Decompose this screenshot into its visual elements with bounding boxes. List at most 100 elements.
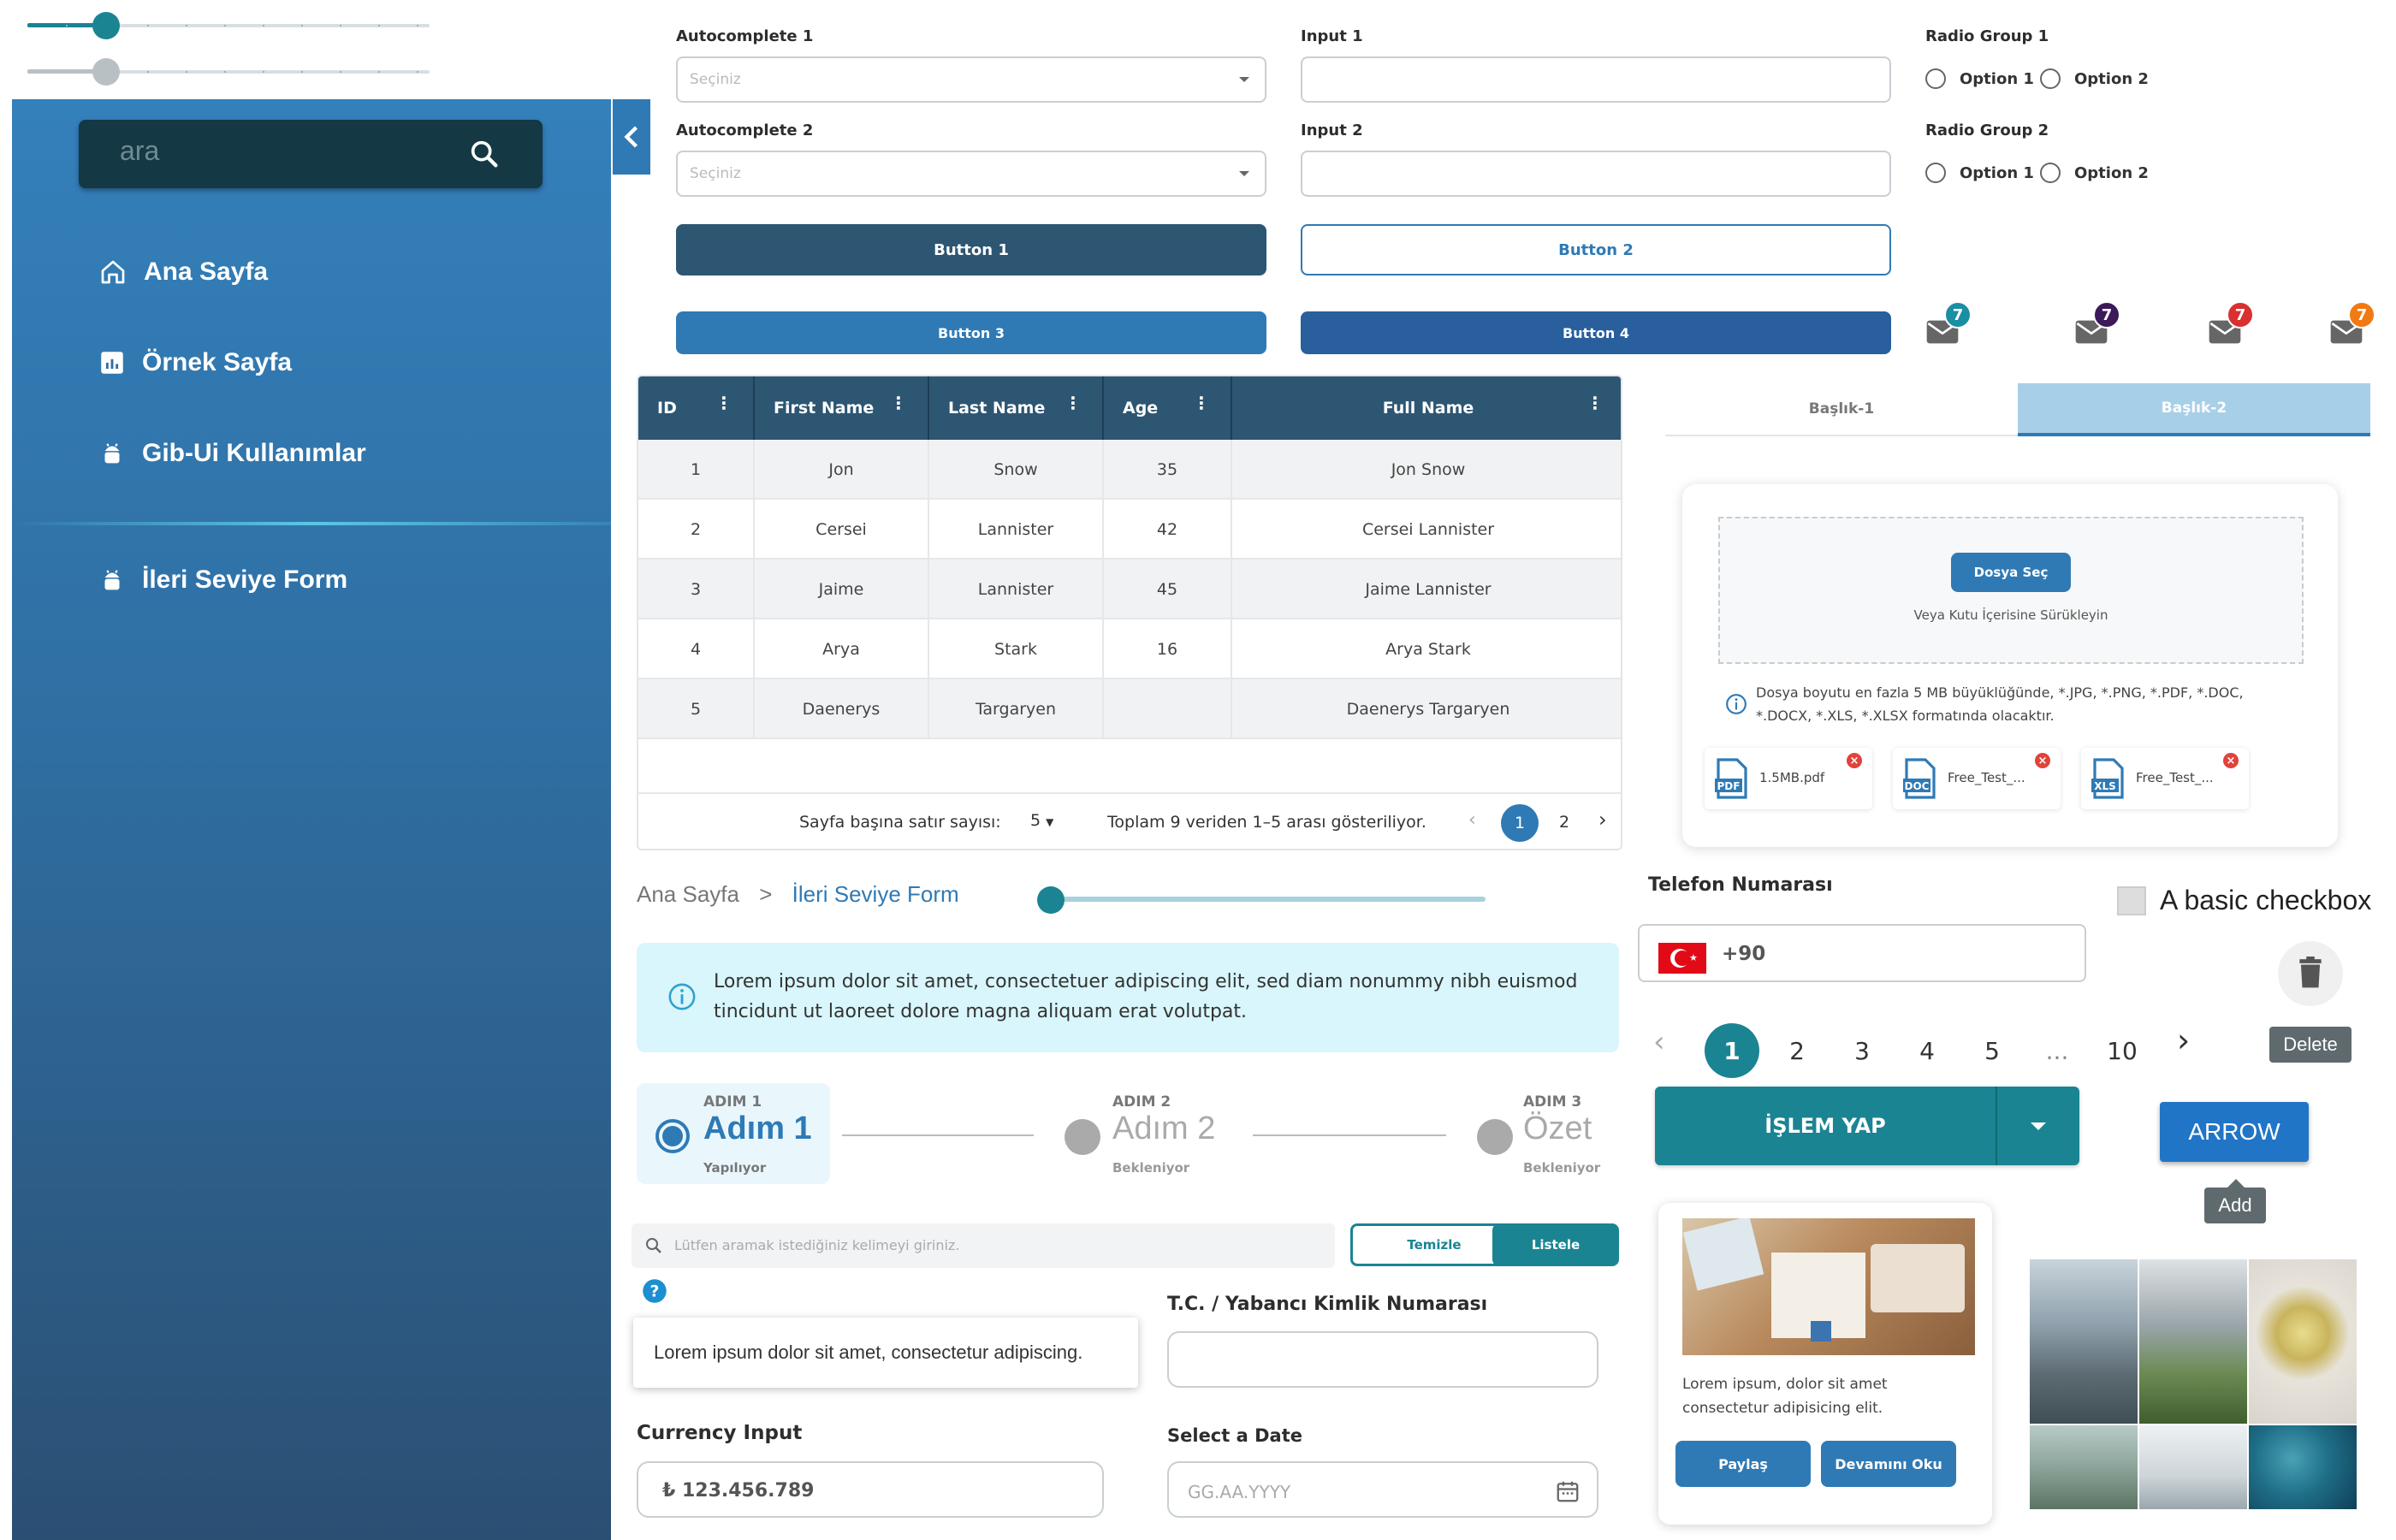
phone-input[interactable]: ★ +90 — [1638, 924, 2086, 982]
table-cell: Jon — [755, 440, 929, 500]
step-active-icon — [655, 1119, 690, 1153]
more-vertical-icon[interactable]: ⋮ — [1586, 394, 1604, 412]
breadcrumb-home[interactable]: Ana Sayfa — [637, 881, 739, 907]
step-3[interactable]: ADIM 3 Özet Bekleniyor — [1474, 1083, 1628, 1184]
list-button[interactable]: Listele — [1492, 1223, 1619, 1266]
sidebar-collapse-button[interactable] — [613, 99, 650, 175]
pagination-prev-icon[interactable]: ‹ — [1653, 1025, 1665, 1059]
remove-file-icon[interactable]: × — [2223, 753, 2239, 768]
basic-checkbox[interactable] — [2117, 886, 2146, 915]
uploaded-file[interactable]: PDF 1.5MB.pdf × — [1705, 748, 1872, 809]
drop-zone[interactable]: Dosya Seç Veya Kutu İçerisine Sürükleyin — [1718, 517, 2304, 664]
sidebar-item-ornek-sayfa[interactable]: Örnek Sayfa — [98, 342, 292, 383]
column-header[interactable]: Age ⋮ — [1104, 376, 1232, 440]
breadcrumb-current[interactable]: İleri Seviye Form — [792, 881, 959, 907]
more-vertical-icon[interactable]: ⋮ — [1065, 394, 1082, 412]
tab-baslik-2[interactable]: Başlık-2 — [2018, 383, 2370, 436]
uploaded-file[interactable]: DOC Free_Test_... × — [1893, 748, 2061, 809]
uploaded-file[interactable]: XLS Free_Test_... × — [2081, 748, 2249, 809]
pagination-page[interactable]: 1 — [1705, 1023, 1759, 1078]
mail-badge[interactable]: 7 — [2329, 301, 2375, 351]
rows-per-page-select[interactable]: 5 ▼ — [1030, 811, 1053, 830]
pdf-file-icon: PDF — [1715, 758, 1747, 799]
sidebar-search[interactable]: ara — [79, 120, 543, 188]
pagination-next-icon[interactable]: › — [2177, 1022, 2190, 1059]
radio-group1-option2[interactable]: Option 2 — [2040, 68, 2149, 89]
tc-input[interactable] — [1167, 1331, 1598, 1388]
top-slider-1[interactable] — [27, 12, 430, 39]
slider-thumb-disabled[interactable] — [92, 58, 120, 86]
pagination-page[interactable]: 10 — [2095, 1023, 2150, 1078]
pagination-page[interactable]: 4 — [1900, 1023, 1954, 1078]
table-row[interactable]: 1 Jon Snow 35 Jon Snow — [638, 440, 1621, 500]
share-button[interactable]: Paylaş — [1675, 1441, 1811, 1487]
split-button-main[interactable]: İŞLEM YAP — [1655, 1087, 1996, 1165]
button-3[interactable]: Button 3 — [676, 311, 1266, 354]
column-header[interactable]: First Name ⋮ — [755, 376, 929, 440]
more-vertical-icon[interactable]: ⋮ — [890, 394, 907, 412]
radio-group1-option1[interactable]: Option 1 — [1925, 68, 2034, 89]
input2-field[interactable] — [1301, 151, 1891, 197]
slider-thumb[interactable] — [92, 12, 120, 39]
button-4[interactable]: Button 4 — [1301, 311, 1891, 354]
table-row[interactable]: 2 Cersei Lannister 42 Cersei Lannister — [638, 500, 1621, 560]
radio-group2-option1[interactable]: Option 1 — [1925, 163, 2034, 183]
read-more-button[interactable]: Devamını Oku — [1821, 1441, 1956, 1487]
column-header[interactable]: Last Name ⋮ — [929, 376, 1104, 440]
top-slider-2[interactable] — [27, 58, 430, 86]
sidebar-item-gib-ui[interactable]: Gib-Ui Kullanımlar — [98, 433, 366, 474]
remove-file-icon[interactable]: × — [2035, 753, 2050, 768]
gallery-image-valley[interactable] — [2139, 1259, 2247, 1424]
page-2-button[interactable]: 2 — [1559, 813, 1569, 832]
currency-input[interactable]: ₺ 123.456.789 — [637, 1461, 1104, 1518]
more-vertical-icon[interactable]: ⋮ — [1193, 394, 1210, 412]
mail-badge[interactable]: 7 — [2208, 301, 2254, 351]
table-row[interactable]: 5 Daenerys Targaryen Daenerys Targaryen — [638, 679, 1621, 739]
step-1[interactable]: ADIM 1 Adım 1 Yapılıyor — [637, 1083, 830, 1184]
sidebar-item-ana-sayfa[interactable]: Ana Sayfa — [98, 252, 268, 293]
gallery-image-sea[interactable] — [2249, 1425, 2357, 1509]
more-vertical-icon[interactable]: ⋮ — [715, 394, 732, 412]
mail-badge[interactable]: 7 — [1925, 301, 1972, 351]
tab-baslik-1[interactable]: Başlık-1 — [1665, 383, 2018, 436]
column-header[interactable]: ID ⋮ — [638, 376, 755, 440]
input2-label: Input 2 — [1301, 121, 1363, 139]
autocomplete1-select[interactable]: Seçiniz — [676, 56, 1266, 103]
date-input[interactable]: GG.AA.YYYY — [1167, 1461, 1598, 1518]
mail-badge[interactable]: 7 — [2074, 301, 2120, 351]
gallery-image-drink[interactable] — [2249, 1259, 2357, 1424]
search-icon[interactable] — [467, 137, 501, 171]
table-cell: 3 — [638, 560, 755, 619]
arrow-button[interactable]: ARROW — [2160, 1102, 2309, 1162]
pagination-page[interactable]: 3 — [1835, 1023, 1889, 1078]
pagination-page[interactable]: 5 — [1965, 1023, 2019, 1078]
delete-button[interactable] — [2278, 941, 2343, 1006]
button-1[interactable]: Button 1 — [676, 224, 1266, 275]
table-row[interactable]: 3 Jaime Lannister 45 Jaime Lannister — [638, 560, 1621, 619]
gallery-image-snow[interactable] — [2139, 1425, 2247, 1509]
prev-page-icon[interactable]: ‹ — [1468, 809, 1476, 831]
turkey-flag-icon[interactable]: ★ — [1658, 943, 1706, 974]
sidebar-item-ileri-seviye-form[interactable]: İleri Seviye Form — [98, 560, 347, 601]
slider-thumb[interactable] — [1037, 886, 1065, 914]
page-1-button[interactable]: 1 — [1501, 804, 1539, 842]
android-icon — [104, 570, 120, 590]
filter-search-input[interactable]: Lütfen aramak istediğiniz kelimeyi girin… — [632, 1223, 1335, 1268]
table-row[interactable]: 4 Arya Stark 16 Arya Stark — [638, 619, 1621, 679]
calendar-icon[interactable] — [1554, 1478, 1581, 1504]
choose-file-button[interactable]: Dosya Seç — [1951, 553, 2071, 592]
gallery-image-moss[interactable] — [2030, 1425, 2138, 1509]
remove-file-icon[interactable]: × — [1847, 753, 1862, 768]
pagination-page[interactable]: 2 — [1770, 1023, 1824, 1078]
column-header[interactable]: Full Name ⋮ — [1232, 376, 1621, 440]
input1-field[interactable] — [1301, 56, 1891, 103]
help-icon[interactable]: ? — [642, 1278, 667, 1304]
autocomplete2-select[interactable]: Seçiniz — [676, 151, 1266, 197]
split-button-dropdown[interactable] — [1997, 1087, 2079, 1165]
next-page-icon[interactable]: › — [1598, 808, 1607, 832]
button-2[interactable]: Button 2 — [1301, 224, 1891, 275]
form-slider[interactable] — [1037, 886, 1486, 914]
radio-group2-option2[interactable]: Option 2 — [2040, 163, 2149, 183]
gallery-image-mountains[interactable] — [2030, 1259, 2138, 1424]
step-2[interactable]: ADIM 2 Adım 2 Bekleniyor — [1061, 1083, 1249, 1184]
